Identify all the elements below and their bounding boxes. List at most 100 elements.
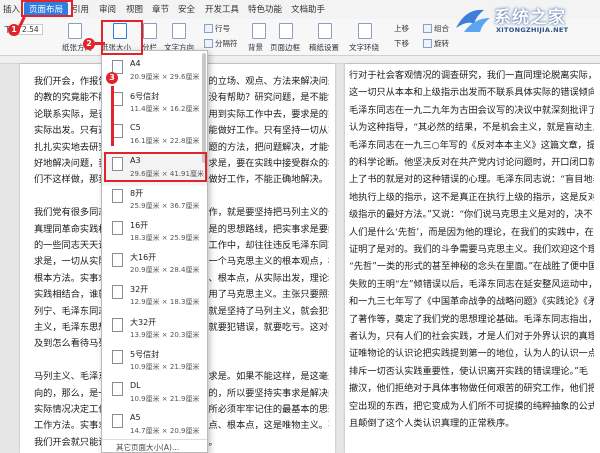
arrow-step3 xyxy=(111,86,114,146)
paper-size-name: 5号信封 xyxy=(130,349,160,359)
paper-size-dropdown: A4 20.9厘米 × 29.6厘米 6号信封 11.4厘米 × 16.2厘米 C5 16… xyxy=(101,50,208,453)
paper-size-option[interactable]: 大16开 20.9厘米 × 28.4厘米 xyxy=(102,248,207,282)
combine-icon xyxy=(423,24,432,33)
paper-size-option[interactable]: 5号信封 10.9厘米 × 21.9厘米 xyxy=(102,345,207,379)
manuscript-button[interactable]: 稿纸设置 xyxy=(309,42,339,53)
paper-size-dimensions: 11.4厘米 × 16.2厘米 xyxy=(130,105,200,114)
paper-size-name: C5 xyxy=(130,123,141,133)
tab-doc-assistant[interactable]: 文档助手 xyxy=(291,3,325,15)
text-line: 认为这种指导，“其必然的结果，不是机会主义，就是盲动主义”。 xyxy=(349,122,594,134)
paper-size-dimensions: 20.9厘米 × 29.6厘米 xyxy=(130,73,200,81)
paper-size-option[interactable]: 8开 25.9厘米 × 36.7厘米 xyxy=(102,184,207,218)
paper-size-dimensions: 20.9厘米 × 28.4厘米 xyxy=(130,266,200,275)
text-line: 行对于社会客观情况的调查研究，我们一直同理论脱离实际，同实际问 xyxy=(349,70,594,81)
tab-insert[interactable]: 插入 xyxy=(3,3,20,15)
page-size-icon xyxy=(112,349,123,364)
page-size-icon xyxy=(112,317,123,332)
text-line: 且颠倒了这个人类认识真理的正常秩序。 xyxy=(349,418,515,429)
wrap-text-button[interactable]: 文字环绕 xyxy=(349,42,379,53)
line-numbers-icon xyxy=(204,24,213,33)
text-line: 人们是什么‘先哲’，而是因为他的理论，在我们的实践中，在我们的 xyxy=(349,226,594,238)
paper-size-name: DL xyxy=(130,381,141,390)
wrap-text-icon[interactable] xyxy=(358,23,372,39)
paper-direction-icon[interactable] xyxy=(68,23,82,39)
watermark-logo-icon xyxy=(456,9,490,32)
highlight-page-layout-tab xyxy=(21,0,73,17)
breaks-button[interactable]: 分隔符 xyxy=(215,38,238,49)
more-paper-sizes-link[interactable]: 其它页面大小(A)... xyxy=(102,439,207,452)
paper-size-dimensions: 25.9厘米 × 36.7厘米 xyxy=(130,201,200,210)
paper-size-option[interactable]: 6号信封 11.4厘米 × 16.2厘米 xyxy=(102,87,207,121)
watermark-url: XITONGZHIJIA.NET xyxy=(496,26,569,34)
page-size-icon xyxy=(112,285,123,300)
paper-size-dimensions: 14.7厘米 × 20.9厘米 xyxy=(130,427,200,436)
horizontal-ruler xyxy=(0,56,600,64)
tab-review[interactable]: 审阅 xyxy=(99,3,116,15)
tab-references[interactable]: 引用 xyxy=(72,3,89,15)
paper-size-option[interactable]: A4 20.9厘米 × 29.6厘米 xyxy=(102,55,207,89)
paper-size-name: 16开 xyxy=(130,221,149,230)
text-line: 的科学论断。他坚决反对在共产党内讨论问题时，开口闭口就“拿本本来”， xyxy=(349,157,594,168)
watermark-title: 系统之家 xyxy=(494,8,566,28)
text-line: 证唯物论的认识论把实践提到第一的地位，认为人的认识一点也不 xyxy=(349,348,594,360)
tab-features[interactable]: 特色功能 xyxy=(248,3,282,15)
highlight-paper-size-button xyxy=(101,20,143,55)
page-border-icon[interactable] xyxy=(279,23,293,39)
paper-size-name: A4 xyxy=(130,59,141,68)
text-line: 空出现的东西，把它变成为人们所不可捉摸的纯粹抽象的公式，完 xyxy=(349,400,594,412)
text-line: 失败的王明“左”倾错误以后，毛泽东同志在延安整风运动中，在 xyxy=(349,278,594,290)
manuscript-icon[interactable] xyxy=(318,23,332,39)
line-numbers-button[interactable]: 行号 xyxy=(215,23,230,34)
tab-developer[interactable]: 开发工具 xyxy=(205,3,239,15)
rotate-button[interactable]: 旋转 xyxy=(434,38,449,49)
arrow-step2 xyxy=(95,42,105,45)
background-icon[interactable] xyxy=(252,23,266,39)
paper-size-name: 大32开 xyxy=(130,317,157,327)
page-border-button[interactable]: 页面边框 xyxy=(270,42,300,53)
text-line: 上了书的就是对的这种错误的心理。毛泽东同志说：“盲目地表面地 xyxy=(349,174,594,186)
text-line: “先哲”一类的形式的甚至神秘的念头在里面。”在战胜了便中国共产 xyxy=(349,261,594,273)
step-badge-3: 3 xyxy=(106,72,118,84)
text-line: 和一九三七年写了《中国革命战争的战略问题》《实践论》《矛盾 xyxy=(349,296,594,308)
paper-size-name: 32开 xyxy=(130,285,149,295)
up-button[interactable]: 上移 xyxy=(394,23,409,34)
paper-size-option[interactable]: C5 16.1厘米 × 22.8厘米 xyxy=(102,119,207,153)
page-size-icon xyxy=(112,221,123,235)
site-watermark: 系统之家 XITONGZHIJIA.NET xyxy=(452,2,600,40)
text-line: 地执行上级的指示，这不是真正在执行上级的指示，这是反对上级指示 xyxy=(349,191,594,203)
text-direction-icon[interactable] xyxy=(172,23,186,39)
tab-security[interactable]: 安全 xyxy=(178,3,195,15)
columns-icon[interactable] xyxy=(143,23,157,39)
paper-size-option[interactable]: 大32开 13.9厘米 × 20.3厘米 xyxy=(102,313,207,347)
paper-size-name: 大16开 xyxy=(130,253,157,263)
text-line: 这一切只从本本和上级指示出发而不联系具体实际的错误倾向，早在 xyxy=(349,87,594,99)
paper-size-option[interactable]: 16开 18.3厘米 × 25.9厘米 xyxy=(102,216,207,250)
page-size-icon xyxy=(112,188,123,203)
paper-size-dimensions: 18.3厘米 × 25.9厘米 xyxy=(130,234,200,242)
paper-size-dimensions: 16.1厘米 × 22.8厘米 xyxy=(130,137,200,146)
breaks-icon xyxy=(204,39,213,48)
paper-size-option[interactable]: DL 10.9厘米 × 21.9厘米 xyxy=(102,377,207,411)
page-size-icon xyxy=(112,253,123,268)
paper-size-option[interactable]: 32开 12.9厘米 × 18.3厘米 xyxy=(102,280,207,314)
down-button[interactable]: 下移 xyxy=(394,38,409,49)
dropdown-scrollbar[interactable] xyxy=(202,53,206,163)
text-line: 撤汉，他们拒绝对于具体事物做任何艰苦的研究工作，他们把一般 xyxy=(349,383,594,395)
text-line: 证明了是对的。我们的斗争需要马克思主义。我们欢迎这个理论，这 xyxy=(349,244,594,255)
highlight-a3-item xyxy=(104,152,207,182)
combine-button[interactable]: 组合 xyxy=(434,23,449,34)
text-line: 了著作等，奠定了我们党的思想理论基础。毛泽东同志指出，马克思 xyxy=(349,313,594,325)
rotate-icon xyxy=(423,39,432,48)
paper-size-name: A5 xyxy=(130,413,141,423)
page-size-icon xyxy=(112,382,123,396)
tab-view[interactable]: 视图 xyxy=(126,3,143,15)
background-button[interactable]: 背景 xyxy=(248,42,263,53)
tab-chapter[interactable]: 章节 xyxy=(152,3,169,15)
paper-size-dimensions: 10.9厘米 × 21.9厘米 xyxy=(130,362,200,371)
paper-size-name: 6号信封 xyxy=(130,92,160,102)
document-page-right[interactable]: 行对于社会客观情况的调查研究，我们一直同理论脱离实际，同实际问这一切只从本本和上… xyxy=(345,64,600,453)
text-line: 者认为，只有人们的社会实践，才是人们对于外界认识的真理性的 xyxy=(349,331,594,342)
paper-size-dimensions: 10.9厘米 × 21.9厘米 xyxy=(130,395,200,403)
page-size-icon xyxy=(112,414,123,429)
step-badge-1: 1 xyxy=(8,24,20,36)
